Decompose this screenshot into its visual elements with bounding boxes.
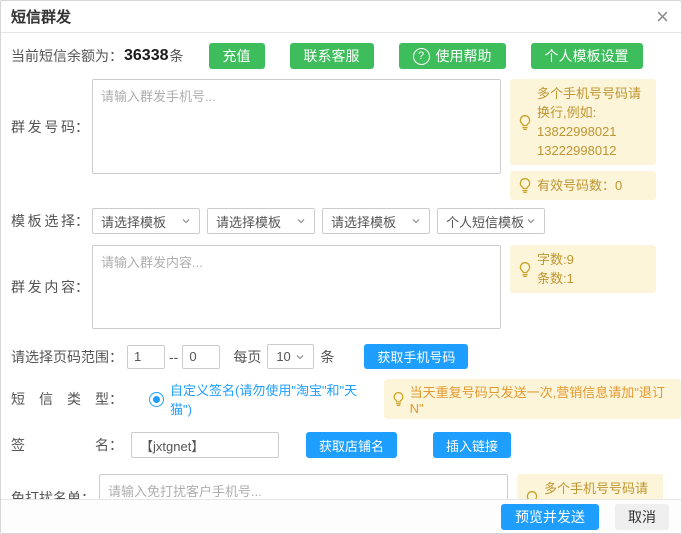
get-shop-name-button[interactable]: 获取店铺名 <box>306 432 397 458</box>
preview-send-button[interactable]: 预览并发送 <box>501 504 599 530</box>
balance-amount: 36338 <box>123 47 170 65</box>
template-select-2[interactable]: 请选择模板 <box>207 208 315 234</box>
lightbulb-icon <box>517 177 533 194</box>
sms-type-row: 短信类型： 自定义签名(请勿使用"淘宝"和"天猫") 当天重复号码只发送一次,营… <box>1 379 681 419</box>
page-range-labelwrap: 请选择页码范围： <box>11 347 123 367</box>
page-range-dash: -- <box>169 349 178 365</box>
recharge-button-label: 充值 <box>223 46 251 66</box>
signature-colon: ： <box>109 435 123 455</box>
close-icon[interactable]: × <box>656 7 669 27</box>
bulk-content-colon: ： <box>75 277 89 297</box>
contact-support-label: 联系客服 <box>304 46 360 66</box>
char-count-text: 字数:9 条数:1 <box>537 250 574 288</box>
template-selects: 请选择模板 请选择模板 请选择模板 个人短信模板 <box>92 208 552 234</box>
page-range-row: 请选择页码范围： -- 每页 10 条 获取手机号码 <box>1 344 681 369</box>
chevron-down-icon <box>295 352 305 362</box>
cancel-button[interactable]: 取消 <box>615 504 669 530</box>
example-number-1: 13822998021 <box>537 124 617 139</box>
balance-prefix: 当前短信余额为： <box>11 46 123 66</box>
bulk-numbers-row: 群发号码： 多个手机号号码请换行,例如: 13822998021 1322299… <box>1 79 681 200</box>
dialog-title: 短信群发 <box>11 6 71 27</box>
char-count-tip: 字数:9 条数:1 <box>510 245 656 293</box>
chevron-down-icon <box>181 216 191 226</box>
lightbulb-icon <box>517 261 533 278</box>
bulk-numbers-tips: 多个手机号号码请换行,例如: 13822998021 13222998012 有… <box>510 79 656 200</box>
chevron-down-icon <box>296 216 306 226</box>
sms-type-labelwrap: 短信类型： <box>11 389 123 409</box>
page-range-colon: ： <box>109 347 123 367</box>
per-page-select[interactable]: 10 <box>267 344 314 369</box>
cancel-label: 取消 <box>628 507 656 527</box>
valid-count-text: 有效号码数：0 <box>537 176 622 195</box>
dialog-header: 短信群发 × <box>1 1 681 33</box>
page-to-input[interactable] <box>182 345 220 369</box>
bulk-numbers-textarea[interactable] <box>92 79 501 174</box>
chevron-down-icon <box>411 216 421 226</box>
per-page-label: 每页 <box>233 347 261 367</box>
fetch-numbers-button[interactable]: 获取手机号码 <box>364 344 468 369</box>
template-colon: ： <box>75 211 89 231</box>
help-button[interactable]: ? 使用帮助 <box>399 43 506 69</box>
sms-bulk-send-dialog: 短信群发 × 当前短信余额为： 36338 条 充值 联系客服 ? 使用帮助 个… <box>0 0 682 534</box>
content-tips: 字数:9 条数:1 <box>510 245 656 293</box>
bulk-numbers-labelwrap: 群发号码： <box>11 79 89 174</box>
bulk-content-label: 群发内容 <box>11 277 75 297</box>
template-label: 模板选择 <box>11 211 75 231</box>
insert-link-label: 插入链接 <box>446 436 498 455</box>
bulk-content-labelwrap: 群发内容： <box>11 245 89 329</box>
template-select-3[interactable]: 请选择模板 <box>322 208 430 234</box>
page-range-label: 请选择页码范围 <box>11 347 109 367</box>
lightbulb-icon <box>391 391 406 407</box>
signature-row: 签名： 获取店铺名 插入链接 <box>1 432 681 458</box>
bulk-numbers-label: 群发号码 <box>11 117 75 137</box>
template-select-1-value: 请选择模板 <box>101 212 166 231</box>
sms-type-colon: ： <box>109 389 123 409</box>
per-page-unit: 条 <box>320 347 334 367</box>
personal-template-button[interactable]: 个人模板设置 <box>531 43 643 69</box>
example-number-2: 13222998012 <box>537 143 617 158</box>
contact-support-button[interactable]: 联系客服 <box>290 43 374 69</box>
signature-labelwrap: 签名： <box>11 435 123 455</box>
multi-number-tip-text: 多个手机号号码请换行,例如: 13822998021 13222998012 <box>537 84 649 160</box>
signature-label: 签名 <box>11 435 109 455</box>
fetch-numbers-label: 获取手机号码 <box>377 347 455 366</box>
get-shop-name-label: 获取店铺名 <box>319 436 384 455</box>
recharge-button[interactable]: 充值 <box>209 43 265 69</box>
per-page-value: 10 <box>276 349 290 364</box>
balance-unit: 条 <box>170 46 184 66</box>
template-select-1[interactable]: 请选择模板 <box>92 208 200 234</box>
sms-type-label: 短信类型 <box>11 389 109 409</box>
preview-send-label: 预览并发送 <box>515 507 585 527</box>
bulk-numbers-colon: ： <box>75 117 89 137</box>
bulk-content-textarea[interactable] <box>92 245 501 329</box>
valid-count-tip: 有效号码数：0 <box>510 171 656 200</box>
dialog-footer: 预览并发送 取消 <box>1 499 681 533</box>
help-button-label: 使用帮助 <box>436 46 492 66</box>
question-mark-icon: ? <box>413 48 430 65</box>
personal-template-label: 个人模板设置 <box>545 46 629 66</box>
signature-input[interactable] <box>131 432 279 458</box>
custom-signature-radio[interactable] <box>149 392 164 407</box>
template-select-personal-value: 个人短信模板 <box>446 212 524 231</box>
template-select-3-value: 请选择模板 <box>331 212 396 231</box>
template-select-personal[interactable]: 个人短信模板 <box>437 208 545 234</box>
bulk-content-row: 群发内容： 字数:9 条数:1 <box>1 245 681 329</box>
lightbulb-icon <box>517 114 533 131</box>
msg-count: 条数:1 <box>537 271 574 286</box>
page-from-input[interactable] <box>127 345 165 369</box>
chevron-down-icon <box>526 216 536 226</box>
custom-signature-radio-label[interactable]: 自定义签名(请勿使用"淘宝"和"天猫") <box>170 380 376 418</box>
duplicate-warning-tip: 当天重复号码只发送一次,营销信息请加"退订N" <box>384 379 681 419</box>
insert-link-button[interactable]: 插入链接 <box>433 432 511 458</box>
duplicate-warning-text: 当天重复号码只发送一次,营销信息请加"退订N" <box>410 382 674 416</box>
template-select-row: 模板选择： 请选择模板 请选择模板 请选择模板 个人短信模板 <box>1 208 681 234</box>
char-count: 字数:9 <box>537 252 574 267</box>
balance-row: 当前短信余额为： 36338 条 充值 联系客服 ? 使用帮助 个人模板设置 <box>1 33 681 69</box>
template-labelwrap: 模板选择： <box>11 211 89 231</box>
multi-number-tip: 多个手机号号码请换行,例如: 13822998021 13222998012 <box>510 79 656 165</box>
template-select-2-value: 请选择模板 <box>216 212 281 231</box>
